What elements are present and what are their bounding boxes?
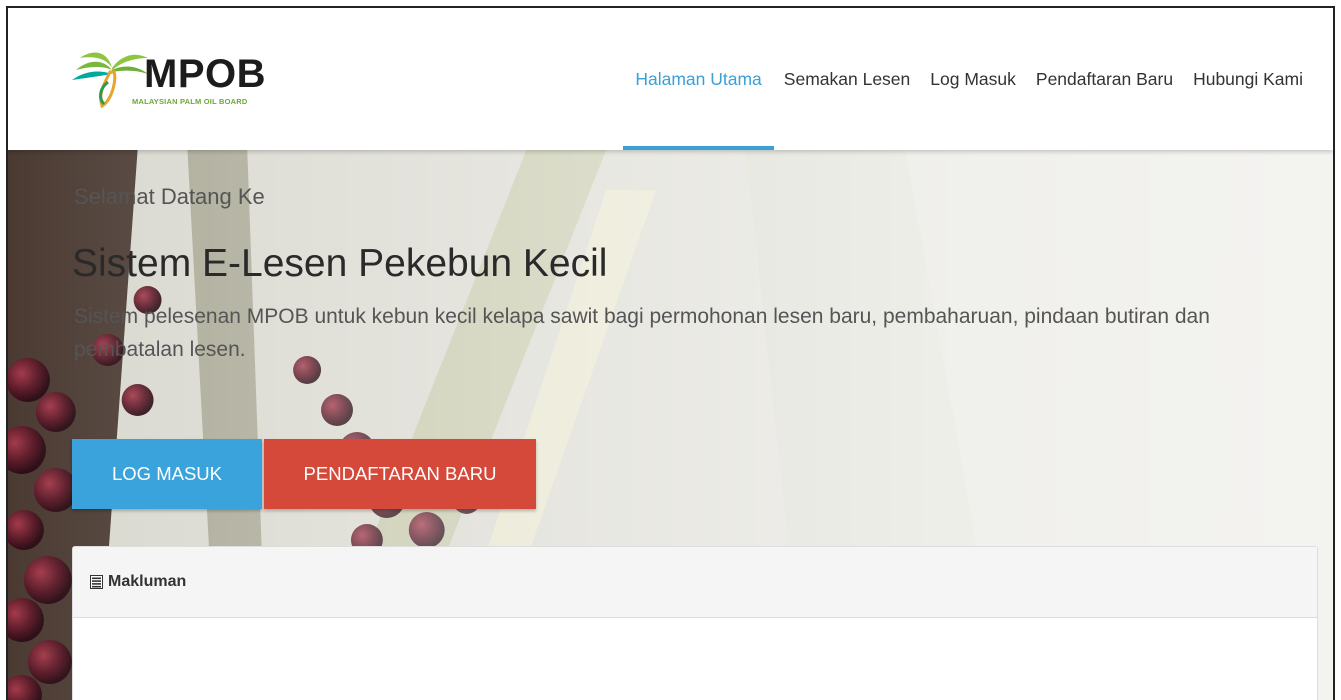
page-title: Sistem E-Lesen Pekebun Kecil xyxy=(72,242,608,285)
welcome-text: Selamat Datang Ke xyxy=(74,184,265,209)
top-navbar: MPOB MALAYSIAN PALM OIL BOARD Halaman Ut… xyxy=(8,8,1333,150)
pendaftaran-baru-button[interactable]: PENDAFTARAN BARU xyxy=(264,439,536,509)
main-nav: Halaman Utama Semakan Lesen Log Masuk Pe… xyxy=(623,8,1313,150)
panel-header: Makluman xyxy=(73,547,1317,618)
nav-hubungi-kami[interactable]: Hubungi Kami xyxy=(1183,8,1313,150)
panel-title: Makluman xyxy=(108,573,187,590)
page-description: Sistem pelesenan MPOB untuk kebun kecil … xyxy=(74,305,1210,361)
list-icon xyxy=(90,575,103,589)
brand-name: MPOB xyxy=(144,52,266,96)
nav-halaman-utama[interactable]: Halaman Utama xyxy=(623,8,775,150)
hero-section: Selamat Datang Ke Sistem E-Lesen Pekebun… xyxy=(8,150,1333,700)
mpob-logo[interactable]: MPOB MALAYSIAN PALM OIL BOARD xyxy=(70,48,266,120)
nav-pendaftaran-baru[interactable]: Pendaftaran Baru xyxy=(1026,8,1183,150)
brand-subtitle: MALAYSIAN PALM OIL BOARD xyxy=(132,97,248,106)
makluman-panel: Makluman xyxy=(72,546,1318,700)
nav-log-masuk[interactable]: Log Masuk xyxy=(920,8,1026,150)
nav-semakan-lesen[interactable]: Semakan Lesen xyxy=(774,8,920,150)
browser-page: MPOB MALAYSIAN PALM OIL BOARD Halaman Ut… xyxy=(6,6,1335,700)
log-masuk-button[interactable]: LOG MASUK xyxy=(72,439,262,509)
